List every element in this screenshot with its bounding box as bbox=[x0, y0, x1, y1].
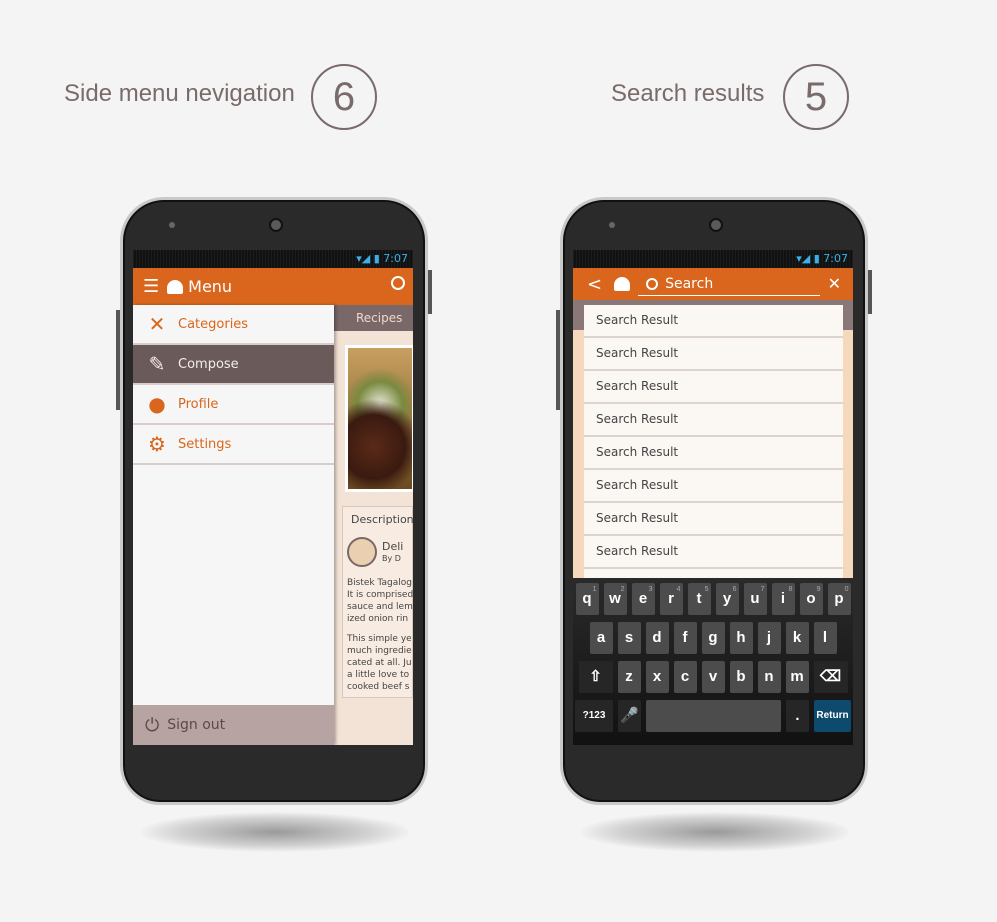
status-bar: ▾◢ ▮ 7:07 bbox=[133, 250, 413, 268]
menu-item-settings[interactable]: ⚙ Settings bbox=[133, 425, 334, 465]
key[interactable]: i8 bbox=[771, 583, 795, 615]
list-item[interactable]: Search Result bbox=[584, 470, 843, 503]
list-item[interactable]: Search Result bbox=[584, 536, 843, 569]
power-icon: ⏻ bbox=[145, 714, 160, 736]
author-name: Deli bbox=[382, 540, 404, 553]
key[interactable]: p0 bbox=[827, 583, 851, 615]
recipe-text-2: This simple ye much ingredie cated at all.… bbox=[347, 634, 412, 692]
caption-side-menu: Side menu nevigation bbox=[64, 80, 295, 107]
key[interactable]: u7 bbox=[743, 583, 767, 615]
key[interactable]: w2 bbox=[603, 583, 627, 615]
phone-shadow bbox=[140, 812, 410, 852]
backspace-key[interactable]: ⌫ bbox=[813, 661, 848, 693]
list-item[interactable]: Search Result bbox=[584, 338, 843, 371]
chef-hat-icon bbox=[167, 279, 184, 294]
microphone-icon[interactable]: 🎤 bbox=[618, 700, 641, 732]
sign-out-button[interactable]: ⏻ Sign out bbox=[133, 705, 334, 745]
list-item[interactable]: Search Result bbox=[584, 305, 843, 338]
return-key[interactable]: Return bbox=[814, 700, 851, 732]
status-time: 7:07 bbox=[383, 252, 408, 265]
list-item[interactable]: Search Result bbox=[584, 404, 843, 437]
menu-item-categories[interactable]: ✕ Categories bbox=[133, 305, 334, 345]
recipe-card: Description Deli By D Bistek Tagalog It is… bbox=[342, 506, 413, 698]
step-number: 5 bbox=[783, 64, 849, 130]
tab-recipes[interactable]: Recipes bbox=[334, 305, 413, 331]
key[interactable]: c bbox=[673, 661, 697, 693]
back-chevron-icon[interactable]: < bbox=[587, 274, 602, 295]
fork-spoon-icon: ✕ bbox=[148, 312, 166, 336]
section-title: Description bbox=[351, 513, 413, 526]
status-time: 7:07 bbox=[823, 252, 848, 265]
list-item[interactable]: Search Result bbox=[584, 437, 843, 470]
camera bbox=[269, 218, 283, 232]
space-key[interactable] bbox=[646, 700, 781, 732]
key[interactable]: r4 bbox=[659, 583, 683, 615]
key[interactable]: y6 bbox=[715, 583, 739, 615]
camera bbox=[709, 218, 723, 232]
caption-search-results: Search results bbox=[611, 80, 765, 107]
compose-icon: ✎ bbox=[148, 352, 166, 376]
header-title: Menu bbox=[188, 277, 233, 296]
key[interactable]: s bbox=[617, 622, 641, 654]
menu-item-compose[interactable]: ✎ Compose bbox=[133, 345, 334, 385]
key[interactable]: m bbox=[785, 661, 809, 693]
key[interactable]: a bbox=[589, 622, 613, 654]
person-icon: ● bbox=[148, 392, 166, 416]
chef-hat-icon bbox=[614, 277, 631, 291]
sensor bbox=[609, 222, 615, 228]
key[interactable]: v bbox=[701, 661, 725, 693]
side-drawer: ✕ Categories ✎ Compose ● Profile ⚙ Settings … bbox=[133, 305, 334, 745]
key[interactable]: h bbox=[729, 622, 753, 654]
key[interactable]: k bbox=[785, 622, 809, 654]
phone-side-menu: ▾◢ ▮ 7:07 ☰ Menu Recipes Description Del… bbox=[116, 197, 432, 805]
list-item[interactable]: Search Result bbox=[584, 371, 843, 404]
key[interactable]: z bbox=[617, 661, 641, 693]
soft-keyboard: q1w2e3r4t5y6u7i8o9p0 asdfghjkl ⇧ z x c v b n m ⌫… bbox=[573, 578, 853, 745]
key[interactable]: d bbox=[645, 622, 669, 654]
search-results-list: Search Result Search Result Search Resul… bbox=[584, 305, 843, 602]
shift-key[interactable]: ⇧ bbox=[578, 661, 613, 693]
status-bar: ▾◢ ▮ 7:07 bbox=[573, 250, 853, 268]
key[interactable]: g bbox=[701, 622, 725, 654]
search-input[interactable]: Search bbox=[638, 272, 821, 296]
key[interactable]: t5 bbox=[687, 583, 711, 615]
key[interactable]: x bbox=[645, 661, 669, 693]
search-icon[interactable] bbox=[391, 276, 405, 290]
avatar bbox=[347, 537, 377, 567]
step-number: 6 bbox=[311, 64, 377, 130]
close-icon[interactable]: ✕ bbox=[828, 274, 841, 293]
gear-icon: ⚙ bbox=[148, 432, 166, 456]
wifi-icon: ▾◢ ▮ bbox=[356, 252, 380, 265]
key[interactable]: q1 bbox=[575, 583, 599, 615]
symbols-key[interactable]: ?123 bbox=[575, 700, 613, 732]
key[interactable]: b bbox=[729, 661, 753, 693]
recipe-content: Recipes Description Deli By D Bistek Taga… bbox=[334, 305, 413, 745]
search-icon bbox=[646, 277, 659, 290]
wifi-icon: ▾◢ ▮ bbox=[796, 252, 820, 265]
key[interactable]: l bbox=[813, 622, 837, 654]
list-item[interactable]: Search Result bbox=[584, 503, 843, 536]
recipe-photo bbox=[345, 345, 413, 492]
period-key[interactable]: . bbox=[786, 700, 809, 732]
key[interactable]: j bbox=[757, 622, 781, 654]
key[interactable]: e3 bbox=[631, 583, 655, 615]
menu-item-profile[interactable]: ● Profile bbox=[133, 385, 334, 425]
sensor bbox=[169, 222, 175, 228]
phone-shadow bbox=[580, 812, 850, 852]
key[interactable]: n bbox=[757, 661, 781, 693]
phone-search-results: ▾◢ ▮ 7:07 < Search ✕ Search Result Searc… bbox=[556, 197, 872, 805]
author-by: By D bbox=[382, 554, 401, 563]
recipe-text-1: Bistek Tagalog It is comprised sauce and l… bbox=[347, 578, 413, 624]
key[interactable]: f bbox=[673, 622, 697, 654]
key[interactable]: o9 bbox=[799, 583, 823, 615]
hamburger-icon[interactable]: ☰ bbox=[143, 276, 159, 297]
